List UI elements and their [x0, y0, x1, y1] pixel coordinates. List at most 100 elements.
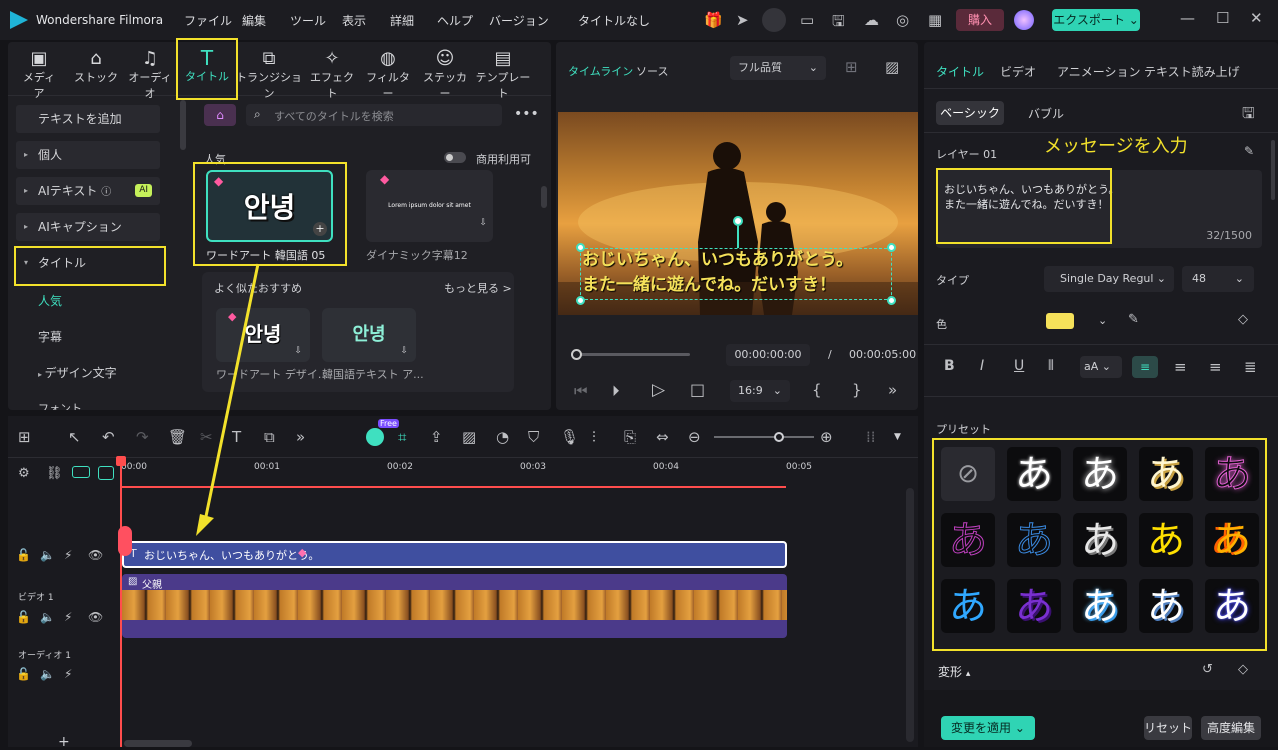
current-time[interactable]: 00:00:00:00: [726, 344, 810, 366]
menu-version[interactable]: バージョン: [489, 12, 549, 29]
italic-icon[interactable]: I: [980, 358, 984, 374]
save-icon[interactable]: 🖫: [832, 11, 845, 36]
scrub-handle[interactable]: [571, 349, 582, 360]
link-clips-icon[interactable]: [72, 466, 90, 478]
export-button[interactable]: エクスポート ⌄: [1052, 9, 1140, 31]
stop-icon[interactable]: □: [690, 380, 705, 399]
library-scrollbar[interactable]: [541, 186, 547, 208]
mic-icon[interactable]: 🎙: [560, 428, 579, 446]
color-swatch[interactable]: [1046, 313, 1074, 329]
chevron-down-icon[interactable]: ▼: [894, 432, 901, 442]
chevron-down-icon[interactable]: ⌄: [1098, 314, 1107, 327]
apply-changes-button[interactable]: 変更を適用 ⌄: [941, 716, 1035, 740]
buy-button[interactable]: 購入: [956, 9, 1004, 31]
keyframe-icon[interactable]: ◇: [1238, 312, 1248, 327]
zoom-in-icon[interactable]: ⊕: [820, 428, 833, 446]
player-tab-timeline[interactable]: タイムライン: [568, 63, 633, 79]
sidebar-sub-subtitle[interactable]: 字幕: [38, 328, 62, 345]
resize-handle[interactable]: [887, 296, 896, 305]
playhead-handle[interactable]: [116, 456, 126, 466]
speaker-icon[interactable]: 🔈: [40, 610, 55, 624]
step-back-icon[interactable]: ⏵: [612, 382, 620, 400]
tab-filter[interactable]: ◍ フィルター: [362, 48, 414, 101]
transform-label[interactable]: 変形 ▴: [938, 663, 970, 680]
tab-template[interactable]: ▤ テンプレート: [474, 48, 532, 101]
more-tools-icon[interactable]: »: [296, 428, 305, 446]
prev-frame-icon[interactable]: ⏮: [574, 382, 588, 400]
add-text-button[interactable]: テキストを追加: [16, 105, 160, 133]
prop-tab-title[interactable]: タイトル: [936, 63, 984, 80]
menu-file[interactable]: ファイル: [184, 12, 232, 29]
headset-icon[interactable]: [762, 8, 786, 32]
redo-icon[interactable]: ↷: [136, 428, 149, 446]
tab-transition[interactable]: ⧉ トランジション: [236, 48, 302, 101]
hide-effect-icon[interactable]: ⚡: [64, 610, 72, 624]
hide-effect-icon[interactable]: ⚡: [64, 667, 72, 681]
eye-icon[interactable]: 👁: [88, 548, 103, 562]
resize-handle[interactable]: [576, 296, 585, 305]
subtab-bubble[interactable]: バブル: [1028, 105, 1064, 122]
advanced-edit-button[interactable]: 高度編集: [1201, 716, 1261, 740]
screen-record-icon[interactable]: ⎘: [624, 428, 636, 446]
align-center-icon[interactable]: ≡: [1174, 358, 1187, 376]
sidebar-sub-design-text[interactable]: ▸ デザイン文字: [38, 364, 117, 381]
menu-tools[interactable]: ツール: [290, 12, 326, 29]
ai-edit-icon[interactable]: ✎: [1244, 144, 1254, 158]
speaker-icon[interactable]: 🔈: [40, 548, 55, 562]
layout-icon[interactable]: ▭: [800, 11, 814, 29]
more-controls-icon[interactable]: »: [888, 381, 897, 399]
sidebar-item-ai-caption[interactable]: ▸ AIキャプション: [16, 213, 160, 241]
zoom-slider-handle[interactable]: [774, 432, 784, 442]
audio-mixer-icon[interactable]: ⫶: [592, 428, 596, 446]
lock-icon[interactable]: 🔓: [16, 667, 31, 681]
eyedropper-icon[interactable]: ✎: [1128, 312, 1139, 327]
mask-icon[interactable]: ⛉: [528, 428, 539, 446]
mark-out-icon[interactable]: }: [852, 381, 862, 399]
hide-effect-icon[interactable]: ⚡: [64, 548, 72, 562]
magnetic-icon[interactable]: [98, 466, 114, 480]
mark-in-icon[interactable]: {: [812, 381, 822, 399]
speaker-icon[interactable]: 🔈: [40, 667, 55, 681]
tab-media[interactable]: ▣ メディア: [18, 48, 60, 101]
bold-icon[interactable]: B: [944, 358, 955, 374]
zoom-out-icon[interactable]: ⊖: [688, 428, 701, 446]
grid-view-icon[interactable]: ⊞: [845, 58, 858, 76]
lock-icon[interactable]: 🔓: [16, 548, 31, 562]
video-preview[interactable]: おじいちゃん、いつもありがとう。 また一緒に遊んでね。だいすき！: [558, 112, 918, 315]
sidebar-sub-font[interactable]: フォント: [38, 400, 82, 410]
download-icon[interactable]: ⇩: [479, 218, 487, 228]
image-edit-icon[interactable]: ▨: [462, 428, 476, 446]
keyframe-icon[interactable]: ◇: [1238, 662, 1248, 677]
sidebar-scrollbar[interactable]: [180, 100, 186, 150]
timeline-h-scrollbar[interactable]: [124, 740, 192, 747]
image-icon[interactable]: ▨: [885, 58, 899, 76]
avatar[interactable]: [1014, 10, 1034, 30]
underline-icon[interactable]: U: [1014, 358, 1024, 374]
tab-sticker[interactable]: ☺ ステッカー: [418, 48, 472, 101]
download-icon[interactable]: ⇩: [400, 346, 408, 356]
unlink-icon[interactable]: ⛓: [46, 466, 63, 481]
send-icon[interactable]: ➤: [736, 11, 749, 29]
sidebar-item-personal[interactable]: ▸ 個人: [16, 141, 160, 169]
cloud-icon[interactable]: ☁: [864, 11, 879, 29]
font-size-select[interactable]: 48 ⌄: [1182, 266, 1254, 292]
track-settings-icon[interactable]: ⚙: [18, 466, 30, 481]
more-options-icon[interactable]: •••: [514, 106, 539, 122]
zoom-slider[interactable]: [714, 436, 814, 438]
lock-icon[interactable]: 🔓: [16, 610, 31, 624]
more-link[interactable]: もっと見る >: [444, 280, 512, 296]
reset-button[interactable]: リセット: [1144, 716, 1192, 740]
caption-text[interactable]: おじいちゃん、いつもありがとう。 また一緒に遊んでね。だいすき！: [582, 248, 853, 298]
scrub-bar[interactable]: [576, 353, 690, 356]
layout-grid-icon[interactable]: ⊞: [18, 428, 31, 446]
clip-trim-handle[interactable]: [118, 526, 132, 556]
speed-icon[interactable]: ◔: [496, 428, 509, 446]
player-tab-source[interactable]: ソース: [636, 63, 668, 79]
subtab-basic[interactable]: ベーシック: [936, 101, 1004, 125]
reset-icon[interactable]: ↺: [1202, 662, 1213, 677]
tab-stock[interactable]: ⌂ ストック: [74, 48, 118, 85]
title-thumbnail-dynamic-caption-12[interactable]: Lorem ipsum dolor sit amet ◆ ⇩: [366, 170, 493, 242]
align-justify-icon[interactable]: ≣: [1244, 358, 1257, 376]
menu-advanced[interactable]: 詳細: [390, 12, 414, 29]
sidebar-sub-popular[interactable]: 人気: [38, 292, 62, 309]
